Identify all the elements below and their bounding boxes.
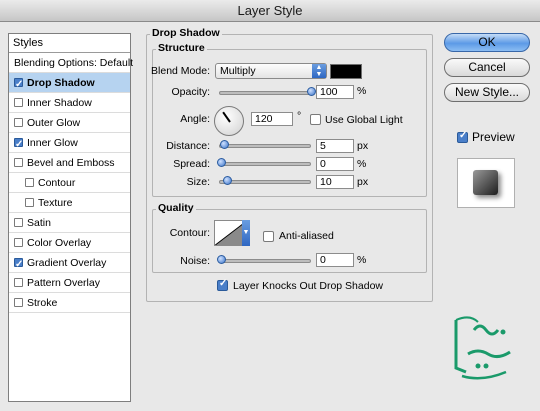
- spread-unit: %: [357, 158, 367, 170]
- shadow-color-swatch[interactable]: [330, 64, 362, 79]
- distance-label: Distance:: [166, 140, 210, 152]
- blend-mode-value: Multiply: [220, 65, 256, 77]
- style-item-color-overlay[interactable]: Color Overlay: [9, 233, 130, 253]
- anti-aliased-label: Anti-aliased: [279, 230, 334, 242]
- style-item-label: Outer Glow: [27, 117, 81, 129]
- style-item-gradient-overlay[interactable]: Gradient Overlay: [9, 253, 130, 275]
- opacity-input[interactable]: 100: [316, 85, 354, 99]
- noise-label: Noise:: [180, 255, 210, 267]
- style-item-inner-shadow[interactable]: Inner Shadow: [9, 93, 130, 113]
- style-item-label: Inner Glow: [27, 137, 78, 149]
- style-item-label: Pattern Overlay: [27, 277, 100, 289]
- window-title-bar: Layer Style: [0, 0, 540, 22]
- style-item-checkbox[interactable]: [14, 75, 23, 95]
- size-label: Size:: [186, 176, 210, 188]
- watermark-logo: [454, 316, 511, 380]
- style-item-label: Gradient Overlay: [27, 257, 107, 269]
- use-global-light-label: Use Global Light: [325, 114, 403, 126]
- blend-mode-select[interactable]: Multiply ▲ ▼: [215, 63, 327, 79]
- noise-input[interactable]: 0: [316, 253, 354, 267]
- style-item-checkbox[interactable]: [14, 217, 23, 227]
- distance-slider[interactable]: [219, 140, 311, 149]
- preview-swatch: [473, 170, 498, 195]
- window-title: Layer Style: [237, 3, 303, 18]
- angle-dial[interactable]: [214, 106, 244, 136]
- style-item-checkbox[interactable]: [14, 135, 23, 155]
- style-item-label: Drop Shadow: [27, 77, 95, 89]
- style-item-pattern-overlay[interactable]: Pattern Overlay: [9, 273, 130, 293]
- use-global-light-checkbox[interactable]: [310, 114, 321, 125]
- size-input[interactable]: 10: [316, 175, 354, 189]
- opacity-unit: %: [357, 85, 367, 97]
- angle-unit: °: [297, 110, 302, 122]
- style-item-label: Contour: [38, 177, 76, 189]
- distance-input[interactable]: 5: [316, 139, 354, 153]
- preview-toggle[interactable]: Preview: [457, 130, 515, 144]
- style-item-checkbox[interactable]: [14, 255, 23, 275]
- anti-aliased-checkbox[interactable]: [263, 231, 274, 242]
- style-item-stroke[interactable]: Stroke: [9, 293, 130, 313]
- style-item-checkbox[interactable]: [14, 237, 23, 247]
- blend-mode-label: Blend Mode:: [151, 65, 210, 77]
- style-item-checkbox[interactable]: [14, 297, 23, 307]
- style-item-blending-options-default[interactable]: Blending Options: Default: [9, 53, 134, 73]
- styles-header[interactable]: Styles: [9, 34, 130, 53]
- spread-label: Spread:: [173, 158, 210, 170]
- style-item-checkbox[interactable]: [25, 197, 34, 207]
- spread-slider[interactable]: [217, 158, 311, 167]
- style-item-inner-glow[interactable]: Inner Glow: [9, 133, 130, 155]
- contour-dropdown-arrow-icon[interactable]: ▼: [242, 220, 250, 246]
- drop-shadow-title: Drop Shadow: [150, 27, 222, 39]
- contour-label: Contour:: [169, 227, 210, 239]
- style-item-checkbox[interactable]: [14, 117, 23, 127]
- opacity-slider[interactable]: [219, 87, 316, 96]
- size-unit: px: [357, 176, 369, 188]
- style-item-label: Inner Shadow: [27, 97, 92, 109]
- style-item-label: Texture: [38, 197, 73, 209]
- preview-checkbox[interactable]: [457, 130, 468, 143]
- cancel-button[interactable]: Cancel: [444, 58, 530, 77]
- ok-button[interactable]: OK: [444, 33, 530, 52]
- angle-dial-needle: [222, 111, 231, 123]
- size-slider[interactable]: [219, 176, 311, 185]
- distance-slider-thumb[interactable]: [220, 140, 229, 149]
- style-item-outer-glow[interactable]: Outer Glow: [9, 113, 130, 133]
- angle-label: Angle:: [180, 113, 210, 125]
- noise-unit: %: [357, 254, 367, 266]
- structure-title: Structure: [156, 42, 207, 54]
- style-item-bevel-and-emboss[interactable]: Bevel and Emboss: [9, 153, 130, 173]
- opacity-slider-thumb[interactable]: [307, 87, 316, 96]
- knockout-checkbox[interactable]: [217, 278, 228, 291]
- style-item-label: Blending Options: Default: [14, 57, 134, 69]
- quality-title: Quality: [156, 202, 196, 214]
- noise-slider[interactable]: [217, 255, 311, 264]
- style-preview: [457, 158, 515, 208]
- style-item-checkbox[interactable]: [14, 277, 23, 287]
- select-arrows-icon: ▲ ▼: [312, 64, 326, 78]
- new-style-button[interactable]: New Style...: [444, 83, 530, 102]
- preview-label: Preview: [472, 130, 515, 144]
- style-item-contour[interactable]: Contour: [9, 173, 130, 193]
- styles-list: Styles Blending Options: Default Drop Sha…: [8, 33, 134, 402]
- distance-unit: px: [357, 140, 369, 152]
- angle-input[interactable]: 120: [251, 112, 293, 126]
- dialog-body: Styles Blending Options: Default Drop Sha…: [0, 22, 540, 411]
- spread-input[interactable]: 0: [316, 157, 354, 171]
- style-item-checkbox[interactable]: [14, 157, 23, 167]
- style-item-label: Stroke: [27, 297, 58, 309]
- style-item-satin[interactable]: Satin: [9, 213, 130, 233]
- style-item-drop-shadow[interactable]: Drop Shadow: [9, 73, 130, 95]
- style-item-checkbox[interactable]: [14, 97, 23, 107]
- style-item-checkbox[interactable]: [25, 177, 34, 187]
- opacity-label: Opacity:: [171, 86, 210, 98]
- spread-slider-thumb[interactable]: [217, 158, 226, 167]
- noise-slider-thumb[interactable]: [217, 255, 226, 264]
- style-item-label: Bevel and Emboss: [27, 157, 115, 169]
- knockout-label: Layer Knocks Out Drop Shadow: [233, 280, 383, 292]
- style-item-label: Color Overlay: [27, 237, 92, 249]
- style-item-label: Satin: [27, 217, 51, 229]
- style-item-texture[interactable]: Texture: [9, 193, 130, 213]
- size-slider-thumb[interactable]: [223, 176, 232, 185]
